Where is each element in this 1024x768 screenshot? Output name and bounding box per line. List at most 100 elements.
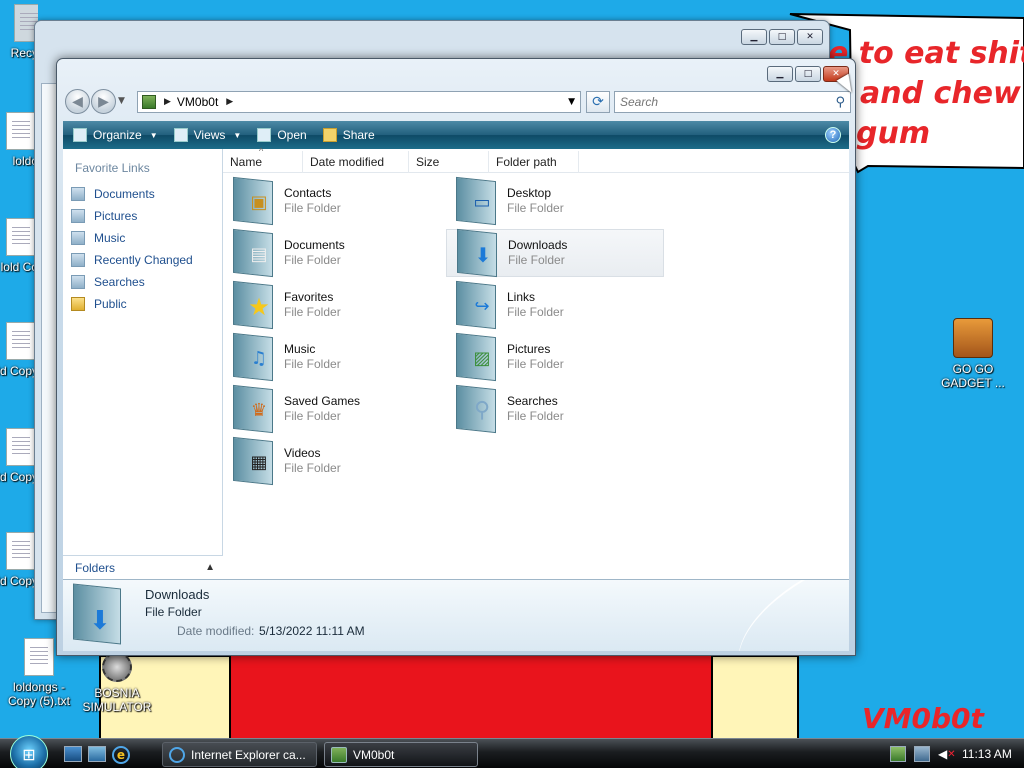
- item-name: Saved Games: [284, 394, 361, 408]
- desktop-icon-label: loldo: [12, 154, 38, 168]
- documents-folder-icon: ▤: [231, 228, 275, 278]
- favorite-link-public[interactable]: Public: [71, 293, 222, 315]
- folders-toggle[interactable]: Folders ▲: [63, 555, 223, 579]
- minimize-button[interactable]: ▁: [741, 29, 767, 45]
- column-header-name[interactable]: Name: [223, 146, 303, 173]
- desktop-icon-text-file[interactable]: lold Copy: [0, 322, 38, 378]
- item-type: File Folder: [507, 409, 564, 423]
- item-name: Favorites: [284, 290, 334, 304]
- folder-item-contacts[interactable]: ▣ Contacts File Folder: [223, 176, 441, 226]
- favorite-link-music[interactable]: Music: [71, 227, 222, 249]
- desktop-icon-recycle-bin[interactable]: Recy: [0, 4, 38, 60]
- refresh-button[interactable]: ⟳: [586, 91, 610, 113]
- text-file-icon: [6, 218, 36, 256]
- column-headers: Name Date modified Size Folder path: [223, 146, 849, 173]
- folder-item-links[interactable]: ↪ Links File Folder: [446, 280, 664, 330]
- title-bar[interactable]: [57, 59, 855, 85]
- network-icon[interactable]: [890, 746, 906, 762]
- column-header-folder-path[interactable]: Folder path: [489, 151, 579, 173]
- open-label: Open: [277, 128, 307, 142]
- forward-button[interactable]: ▶: [91, 89, 116, 114]
- address-dropdown-icon[interactable]: ▼: [568, 97, 575, 107]
- item-type: File Folder: [284, 201, 341, 215]
- help-button[interactable]: ?: [825, 127, 841, 143]
- close-button[interactable]: ✕: [797, 29, 823, 45]
- item-name: Pictures: [507, 342, 551, 356]
- folder-item-documents[interactable]: ▤ Documents File Folder: [223, 228, 441, 278]
- open-button[interactable]: Open: [257, 128, 307, 142]
- favorite-link-label: Documents: [94, 187, 155, 201]
- item-type: File Folder: [284, 253, 341, 267]
- item-name: Downloads: [508, 238, 568, 252]
- share-icon: [322, 128, 337, 142]
- item-type: File Folder: [507, 357, 564, 371]
- favorite-link-documents[interactable]: Documents: [71, 183, 222, 205]
- maximize-button[interactable]: □: [769, 29, 795, 45]
- folder-item-music[interactable]: ♫ Music File Folder: [223, 332, 441, 382]
- desktop-icon-text-file[interactable]: lold Co: [0, 218, 38, 274]
- wallpaper-text-line-2: and chew: [860, 76, 1021, 111]
- chevron-down-icon: ▼: [149, 130, 158, 140]
- organize-label: Organize: [93, 128, 142, 142]
- show-desktop-icon[interactable]: [64, 746, 82, 762]
- details-date-value: 5/13/2022 11:11 AM: [259, 624, 365, 638]
- text-file-icon: [6, 322, 36, 360]
- search-input[interactable]: [620, 95, 820, 109]
- minimize-button[interactable]: ▁: [767, 66, 793, 82]
- explorer-window[interactable]: ▁ □ ✕ ◀ ▶ ▼ ▶ VM0b0t ▶ ▼ ⟳ ⚲ Organize ▼ …: [56, 58, 856, 656]
- folder-item-favorites[interactable]: ★ Favorites File Folder: [223, 280, 441, 330]
- address-bar[interactable]: ▶ VM0b0t ▶ ▼: [137, 91, 581, 113]
- folder-item-downloads[interactable]: ⬇ Downloads File Folder: [446, 228, 664, 278]
- search-box[interactable]: ⚲: [614, 91, 851, 113]
- start-button[interactable]: ⊞: [10, 735, 48, 768]
- views-label: Views: [193, 128, 226, 142]
- desktop-icon-text-file[interactable]: lold Copy: [0, 532, 38, 588]
- folder-item-videos[interactable]: ▦ Videos File Folder: [223, 436, 441, 486]
- taskbar-button-internet-explorer[interactable]: Internet Explorer ca...: [162, 742, 317, 767]
- favorite-link-recently-changed[interactable]: Recently Changed: [71, 249, 222, 271]
- column-header-size[interactable]: Size: [409, 151, 489, 173]
- back-button[interactable]: ◀: [65, 89, 90, 114]
- breadcrumb-item[interactable]: VM0b0t: [177, 95, 218, 109]
- public-folder-icon: [71, 297, 85, 311]
- volume-muted-icon[interactable]: ◀ ✕: [938, 746, 956, 762]
- desktop-icon-label: lold Copy: [0, 364, 38, 378]
- address-bar-row: ◀ ▶ ▼ ▶ VM0b0t ▶ ▼ ⟳ ⚲: [63, 87, 851, 117]
- breadcrumb-separator-icon[interactable]: ▶: [226, 97, 233, 107]
- folder-item-desktop[interactable]: ▭ Desktop File Folder: [446, 176, 664, 226]
- desktop-icon-text-file[interactable]: lold Copy: [0, 428, 38, 484]
- organize-button[interactable]: Organize ▼: [73, 128, 158, 142]
- switch-windows-icon[interactable]: [88, 746, 106, 762]
- favorite-link-searches[interactable]: Searches: [71, 271, 222, 293]
- folder-item-saved-games[interactable]: ♛ Saved Games File Folder: [223, 384, 441, 434]
- internet-explorer-icon[interactable]: e: [112, 746, 130, 764]
- pictures-icon: [71, 209, 85, 223]
- folder-item-pictures[interactable]: ▨ Pictures File Folder: [446, 332, 664, 382]
- command-toolbar: Organize ▼ Views ▼ Open Share ?: [63, 121, 849, 149]
- folder-item-searches[interactable]: ⚲ Searches File Folder: [446, 384, 664, 434]
- refresh-icon: ⟳: [592, 94, 604, 110]
- maximize-button[interactable]: □: [795, 66, 821, 82]
- desktop-icon-label: BOSNIA SIMULATOR: [82, 686, 152, 714]
- clock[interactable]: 11:13 AM: [962, 747, 1012, 761]
- videos-folder-icon: ▦: [231, 436, 275, 486]
- favorite-link-pictures[interactable]: Pictures: [71, 205, 222, 227]
- wallpaper-text-line-3: gum: [856, 116, 931, 151]
- breadcrumb-separator-icon[interactable]: ▶: [164, 97, 171, 107]
- background-window-caption-buttons: ▁ □ ✕: [741, 29, 823, 45]
- windows-logo-icon: ⊞: [22, 744, 36, 764]
- briefcase-icon: [953, 318, 993, 358]
- search-icon[interactable]: ⚲: [835, 95, 845, 110]
- item-name: Videos: [284, 446, 321, 460]
- desktop-icon-bosnia-simulator[interactable]: BOSNIA SIMULATOR: [78, 652, 156, 714]
- taskbar-button-explorer[interactable]: VM0b0t: [324, 742, 478, 767]
- desktop-icon-text-file[interactable]: loldo: [0, 112, 38, 168]
- item-name: Desktop: [507, 186, 552, 200]
- desktop-icon-go-go-gadget[interactable]: GO GO GADGET ...: [934, 318, 1012, 390]
- saved-games-folder-icon: ♛: [231, 384, 275, 434]
- network-connection-icon[interactable]: [914, 746, 930, 762]
- recent-pages-dropdown[interactable]: ▼: [118, 96, 125, 106]
- column-header-date-modified[interactable]: Date modified: [303, 151, 409, 173]
- share-button[interactable]: Share: [322, 128, 375, 142]
- views-button[interactable]: Views ▼: [173, 128, 241, 142]
